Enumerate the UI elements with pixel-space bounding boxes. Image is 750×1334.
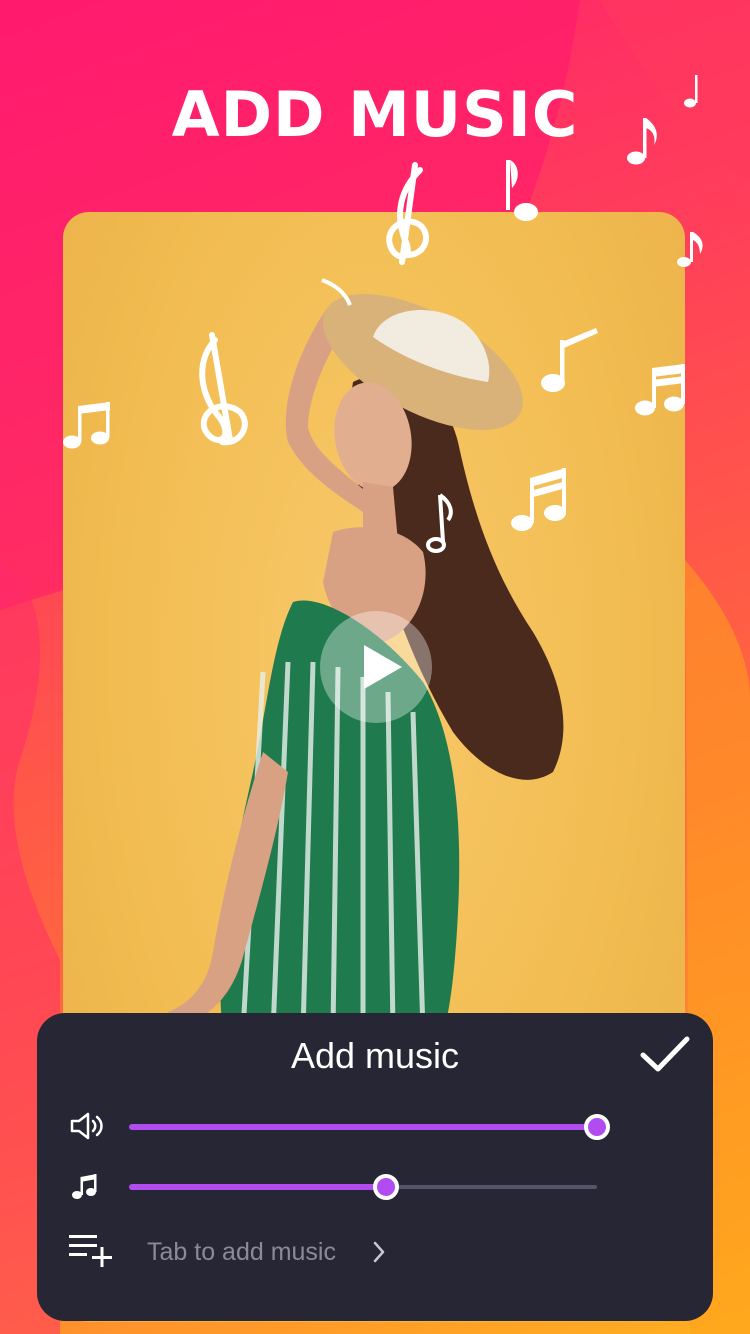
add-music-row[interactable]: Tab to add music (59, 1225, 459, 1281)
promo-title: ADD MUSIC (171, 78, 579, 151)
add-music-label: Tab to add music (147, 1238, 336, 1266)
music-note-icon (72, 1174, 97, 1199)
playlist-add-icon (69, 1235, 112, 1267)
add-music-panel: Add music Tab to add music (37, 1013, 713, 1321)
speaker-icon (70, 1112, 103, 1140)
slider-thumb[interactable] (584, 1114, 610, 1140)
slider-fill (129, 1184, 387, 1190)
chevron-right-icon (373, 1241, 385, 1263)
original-volume-slider[interactable] (129, 1112, 610, 1142)
play-button[interactable] (320, 611, 432, 723)
slider-thumb[interactable] (373, 1174, 400, 1200)
check-icon (640, 1036, 690, 1072)
play-icon (364, 645, 402, 689)
music-volume-slider[interactable] (129, 1172, 597, 1202)
panel-title: Add music (290, 1035, 460, 1076)
slider-fill (129, 1124, 597, 1130)
confirm-button[interactable] (637, 1031, 693, 1077)
